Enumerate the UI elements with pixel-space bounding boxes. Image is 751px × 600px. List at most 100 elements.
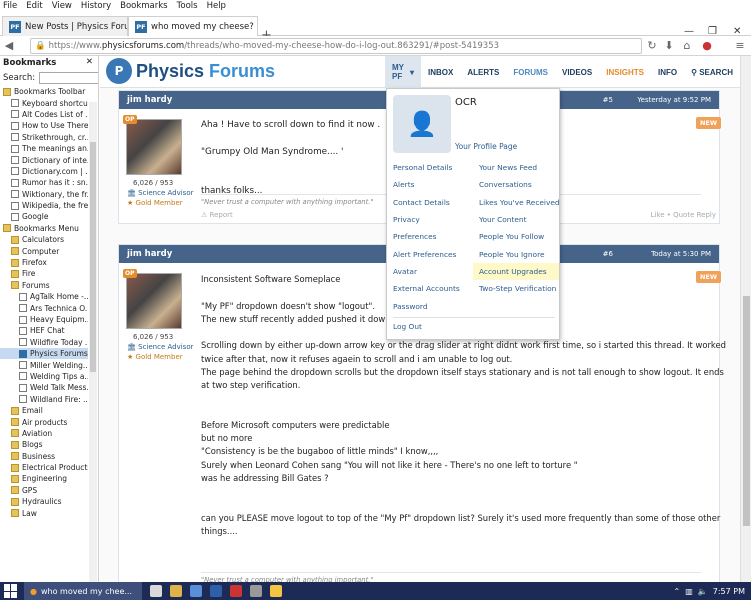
menu-tools[interactable]: Tools bbox=[177, 1, 198, 11]
bookmark-item[interactable]: Business bbox=[0, 451, 88, 462]
bookmark-item[interactable]: Engineering bbox=[0, 473, 88, 484]
bookmark-item[interactable]: AgTalk Home -... bbox=[0, 291, 88, 302]
bookmark-item[interactable]: Alt Codes List of ... bbox=[0, 109, 88, 120]
bookmark-item[interactable]: Computer bbox=[0, 245, 88, 256]
profile-page-link[interactable]: Your Profile Page bbox=[455, 142, 517, 151]
pdf-icon[interactable] bbox=[230, 585, 242, 597]
bookmark-item[interactable]: Hydraulics bbox=[0, 496, 88, 507]
bookmark-item[interactable]: Forums bbox=[0, 280, 88, 291]
tab-new-posts[interactable]: PF New Posts | Physics Foru... × bbox=[2, 16, 128, 36]
menu-file[interactable]: File bbox=[3, 1, 17, 11]
bookmark-item[interactable]: Wiktionary, the fr... bbox=[0, 189, 88, 200]
sidebar-scrollbar[interactable] bbox=[89, 102, 97, 582]
menu-view[interactable]: View bbox=[52, 1, 72, 11]
bookmark-item[interactable]: Calculators bbox=[0, 234, 88, 245]
dropdown-item[interactable]: Personal Details bbox=[387, 159, 473, 176]
taskbar-firefox[interactable]: ● who moved my chee... bbox=[24, 582, 142, 600]
site-logo[interactable]: Physics Forums bbox=[136, 61, 275, 82]
app-icon[interactable] bbox=[250, 585, 262, 597]
bookmark-item[interactable]: Strikethrough, cr... bbox=[0, 132, 88, 143]
dropdown-item[interactable]: Account Upgrades bbox=[473, 262, 559, 281]
dropdown-item[interactable]: Conversations bbox=[473, 176, 559, 193]
bookmark-item[interactable]: HEF Chat bbox=[0, 325, 88, 336]
bookmark-item[interactable]: Firefox bbox=[0, 257, 88, 268]
network-icon[interactable]: ▥ bbox=[685, 587, 693, 596]
dropdown-item[interactable]: Your Content bbox=[473, 211, 559, 228]
nav-my-pf[interactable]: MY PF ▾ bbox=[385, 56, 421, 88]
page-scrollbar[interactable] bbox=[740, 56, 751, 582]
close-icon[interactable]: ✕ bbox=[86, 57, 93, 67]
url-bar[interactable]: 🔒 https://www. physicsforums.com/threads/… bbox=[30, 38, 642, 54]
nav-forums[interactable]: FORUMS bbox=[506, 56, 555, 88]
menu-edit[interactable]: Edit bbox=[26, 1, 42, 11]
sticky-notes-icon[interactable] bbox=[270, 585, 282, 597]
nav-inbox[interactable]: INBOX bbox=[421, 56, 460, 88]
windows-start-icon[interactable] bbox=[4, 584, 18, 598]
physics-forums-logo-icon[interactable]: P bbox=[106, 58, 132, 84]
dropdown-username[interactable]: OCR bbox=[455, 97, 477, 108]
bookmark-item[interactable]: Dictionary of inte... bbox=[0, 154, 88, 165]
nav-search[interactable]: ⚲ SEARCH bbox=[684, 56, 740, 88]
word-icon[interactable] bbox=[210, 585, 222, 597]
logout-link[interactable]: Log Out bbox=[393, 322, 422, 331]
volume-icon[interactable]: 🔈 bbox=[698, 587, 708, 596]
download-icon[interactable]: ⬇ bbox=[662, 39, 676, 52]
dropdown-item[interactable]: People You Ignore bbox=[473, 245, 559, 262]
dropdown-item[interactable]: Likes You've Received bbox=[473, 194, 560, 211]
avatar[interactable] bbox=[126, 119, 182, 175]
menu-icon[interactable]: ≡ bbox=[733, 39, 747, 52]
bookmark-item[interactable]: Dictionary.com | ... bbox=[0, 166, 88, 177]
dropdown-item[interactable]: External Accounts bbox=[387, 280, 473, 297]
bookmark-item[interactable]: Blogs bbox=[0, 439, 88, 450]
nav-insights[interactable]: INSIGHTS bbox=[599, 56, 651, 88]
bookmark-item[interactable]: Law bbox=[0, 507, 88, 518]
tray-chevron-icon[interactable]: ⌃ bbox=[674, 587, 681, 596]
nav-videos[interactable]: VIDEOS bbox=[555, 56, 599, 88]
dropdown-item[interactable]: Two-Step Verification bbox=[473, 280, 559, 297]
bookmark-item[interactable]: Keyboard shortcu... bbox=[0, 97, 88, 108]
bookmark-item[interactable]: Electrical Products bbox=[0, 462, 88, 473]
bookmark-item[interactable]: Ars Technica O... bbox=[0, 302, 88, 313]
clock[interactable]: 7:57 PM bbox=[713, 587, 745, 596]
bookmark-item[interactable]: Wildland Fire: ... bbox=[0, 394, 88, 405]
home-icon[interactable]: ⌂ bbox=[680, 39, 694, 52]
bookmark-item[interactable]: Physics Forums... bbox=[0, 347, 88, 360]
post-number[interactable]: #6 bbox=[603, 250, 613, 258]
bookmark-item[interactable]: Miller Welding... bbox=[0, 359, 88, 370]
post-actions[interactable]: Like • Quote Reply bbox=[651, 211, 716, 219]
bookmark-item[interactable]: Wikipedia, the fre... bbox=[0, 200, 88, 211]
post-author[interactable]: jim hardy bbox=[127, 249, 172, 259]
bookmark-item[interactable]: Heavy Equipm... bbox=[0, 314, 88, 325]
search-input[interactable] bbox=[39, 72, 98, 84]
post-author[interactable]: jim hardy bbox=[127, 95, 172, 105]
menu-help[interactable]: Help bbox=[207, 1, 226, 11]
calculator-icon[interactable] bbox=[190, 585, 202, 597]
bookmark-item[interactable]: Wildfire Today ... bbox=[0, 337, 88, 348]
explorer-icon[interactable] bbox=[150, 585, 162, 597]
dropdown-item[interactable]: Password bbox=[387, 297, 473, 314]
default-avatar-icon[interactable]: 👤 bbox=[393, 95, 451, 153]
bookmark-item[interactable]: Fire bbox=[0, 268, 88, 279]
dropdown-item[interactable]: Preferences bbox=[387, 228, 473, 245]
dropdown-item[interactable]: Alerts bbox=[387, 176, 473, 193]
folder-icon[interactable] bbox=[170, 585, 182, 597]
menu-history[interactable]: History bbox=[81, 1, 111, 11]
bookmark-item[interactable]: Aviation bbox=[0, 428, 88, 439]
bookmark-item[interactable]: Email bbox=[0, 405, 88, 416]
nav-alerts[interactable]: ALERTS bbox=[460, 56, 506, 88]
bookmark-item[interactable]: The meanings an... bbox=[0, 143, 88, 154]
bookmark-item[interactable]: Air products bbox=[0, 416, 88, 427]
report-link[interactable]: ⚠ Report bbox=[201, 211, 233, 219]
post-number[interactable]: #5 bbox=[603, 96, 613, 104]
bookmark-item[interactable]: Rumor has it : sn... bbox=[0, 177, 88, 188]
scroll-thumb[interactable] bbox=[90, 142, 96, 372]
tab-who-moved[interactable]: PF who moved my cheese? h... × bbox=[128, 16, 258, 37]
nav-info[interactable]: INFO bbox=[651, 56, 684, 88]
dropdown-item[interactable]: Your News Feed bbox=[473, 159, 559, 176]
dropdown-item[interactable]: People You Follow bbox=[473, 228, 559, 245]
bookmark-item[interactable]: How to Use There... bbox=[0, 120, 88, 131]
bookmark-item[interactable]: Google bbox=[0, 211, 88, 222]
dropdown-item[interactable]: Contact Details bbox=[387, 194, 473, 211]
scroll-thumb[interactable] bbox=[743, 296, 750, 526]
dropdown-item[interactable]: Privacy bbox=[387, 211, 473, 228]
